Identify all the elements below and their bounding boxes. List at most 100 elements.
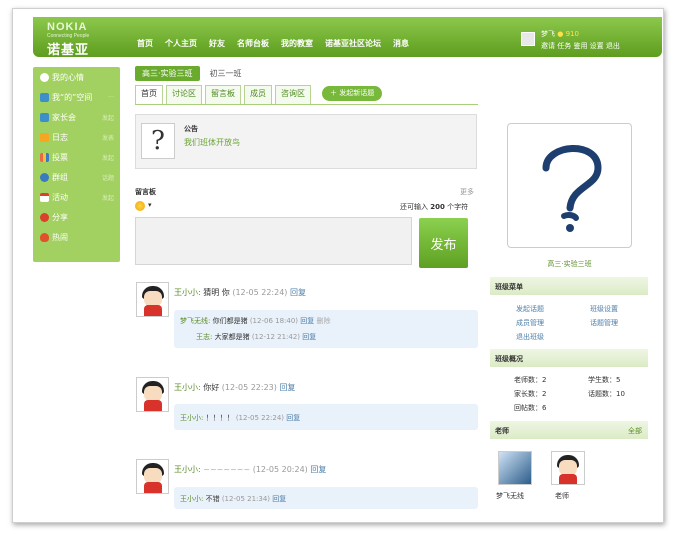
post-author[interactable]: 王小小: (174, 288, 201, 297)
nav-classroom[interactable]: 我的教室 (281, 38, 313, 49)
main-nav: 首页 个人主页 好友 名师台板 我的教室 诺基亚社区论坛 消息 (137, 38, 409, 49)
stat-topics: 话题数：10 (588, 390, 625, 398)
reply-box: 梦飞无线: 你们都是猪 (12-06 18:40) 回复 删除 王志: 大家都是… (174, 310, 478, 348)
reply-link[interactable]: 回复 (272, 495, 286, 503)
teacher-name[interactable]: 梦飞无线 (496, 491, 524, 501)
tab-members[interactable]: 成员 (244, 85, 272, 104)
class-name-link[interactable]: 高三·实验三班 (507, 259, 632, 269)
delete-link[interactable]: 删除 (317, 317, 331, 325)
topic-manage-link[interactable]: 话题管理 (590, 318, 618, 328)
class-tabs: 首页 讨论区 留言板 成员 咨询区 ＋ 发起新话题 (135, 85, 478, 105)
reply-box: 王小小: 不错 (12-05 21:34) 回复 (174, 487, 478, 509)
message-post: 王小小: 你好 (12-05 22:23) 回复 王小小: ！！！！ (12-0… (136, 377, 478, 433)
notice-question-icon: ? (141, 123, 175, 159)
sidebar: 我的心情 我“的”空间 ··· 家长会 发起 日志 发表 投票 发起 群组 话题 活动 发起… (33, 67, 120, 262)
post-time: (12-05 20:24) (252, 465, 308, 474)
brand-logo-cn: 诺基亚 (47, 42, 90, 57)
smile-icon (40, 72, 49, 82)
class-avatar (507, 123, 632, 248)
teachers-header: 老师 全部 (490, 421, 648, 439)
post-text: ~~~~~~~ (203, 465, 251, 474)
reply-link[interactable]: 回复 (290, 288, 306, 297)
tab-message-board[interactable]: 留言板 (205, 85, 241, 104)
reply-row: 梦飞无线: 你们都是猪 (12-06 18:40) 回复 删除 (180, 317, 331, 325)
reply-link[interactable]: 回复 (279, 383, 295, 392)
event-icon (40, 192, 49, 202)
notice-title: 公告 (184, 125, 198, 133)
sidebar-item-event[interactable]: 活动 发起 (33, 187, 120, 207)
new-topic-button[interactable]: ＋ 发起新话题 (322, 86, 383, 101)
post-text: 你好 (203, 383, 220, 392)
sidebar-item-space[interactable]: 我“的”空间 ··· (33, 87, 120, 107)
reply-link[interactable]: 回复 (310, 465, 326, 474)
diary-icon (40, 132, 49, 142)
teacher-avatar[interactable] (551, 451, 585, 485)
message-post: 王小小: 猜明 你 (12-05 22:24) 回复 梦飞无线: 你们都是猪 (… (136, 282, 478, 348)
teacher-name[interactable]: 老师 (555, 491, 569, 501)
class-other[interactable]: 初三一班 (210, 68, 242, 79)
reply-row: 王小小: ！！！！ (12-05 22:24) 回复 (180, 414, 301, 422)
sidebar-item-mood[interactable]: 我的心情 (33, 67, 120, 87)
class-current[interactable]: 高三·实验三班 (135, 66, 200, 81)
member-manage-link[interactable]: 成员管理 (516, 318, 544, 328)
nav-profile[interactable]: 个人主页 (165, 38, 197, 49)
post-time: (12-05 22:24) (232, 288, 288, 297)
brand-logo-en: NOKIA (47, 21, 88, 33)
message-post: 王小小: ~~~~~~~ (12-05 20:24) 回复 王小小: 不错 (1… (136, 459, 478, 511)
class-menu-header: 班级菜单 (490, 277, 648, 295)
stat-teachers: 老师数：2 (514, 376, 547, 384)
message-board-more-link[interactable]: 更多 (460, 187, 474, 197)
nav-teachers[interactable]: 名师台板 (237, 38, 269, 49)
nav-messages[interactable]: 消息 (393, 38, 409, 49)
reply-box: 王小小: ！！！！ (12-05 22:24) 回复 (174, 404, 478, 430)
reply-link[interactable]: 回复 (286, 414, 300, 422)
sidebar-item-share[interactable]: 分享 (33, 207, 120, 227)
tab-discussion[interactable]: 讨论区 (166, 85, 202, 104)
class-switcher: 高三·实验三班 初三一班 (135, 66, 242, 81)
class-stats-header: 班级概况 (490, 349, 648, 367)
tab-home[interactable]: 首页 (135, 85, 163, 104)
post-text: 猜明 你 (203, 288, 230, 297)
user-avatar[interactable] (521, 32, 535, 46)
emoji-dropdown-icon[interactable]: ▾ (148, 201, 152, 209)
teachers-all-link[interactable]: 全部 (628, 426, 642, 436)
emoji-picker-icon[interactable] (135, 201, 145, 211)
fire-icon (40, 232, 49, 242)
post-author[interactable]: 王小小: (174, 465, 201, 474)
class-settings-link[interactable]: 班级设置 (590, 304, 618, 314)
reply-link[interactable]: 回复 (300, 317, 314, 325)
post-author[interactable]: 王小小: (174, 383, 201, 392)
nav-friends[interactable]: 好友 (209, 38, 225, 49)
vote-icon (40, 152, 49, 162)
question-mark-icon (542, 145, 602, 232)
nav-forum[interactable]: 诺基亚社区论坛 (325, 38, 381, 49)
stat-replies: 回帖数：6 (514, 404, 547, 412)
leave-class-link[interactable]: 退出班级 (516, 332, 544, 342)
author-avatar[interactable] (136, 282, 169, 317)
publish-button[interactable]: 发布 (419, 218, 468, 268)
reply-row: 王志: 大家都是猪 (12-12 21:42) 回复 (196, 333, 317, 341)
author-avatar[interactable] (136, 377, 169, 412)
tab-inquiry[interactable]: 咨询区 (275, 85, 311, 104)
message-board-title: 留言板 (135, 188, 156, 196)
sidebar-item-vote[interactable]: 投票 发起 (33, 147, 120, 167)
group-icon (40, 172, 49, 182)
brand-logo[interactable]: NOKIA Connecting People 诺基亚 (47, 21, 89, 58)
sidebar-item-parents[interactable]: 家长会 发起 (33, 107, 120, 127)
parents-icon (40, 112, 49, 122)
reply-row: 王小小: 不错 (12-05 21:34) 回复 (180, 495, 287, 503)
user-points: ● 910 (557, 30, 579, 38)
user-name[interactable]: 梦飞 (541, 30, 555, 38)
teacher-avatar[interactable] (498, 451, 532, 485)
stat-students: 学生数：5 (588, 376, 621, 384)
sidebar-item-group[interactable]: 群组 话题 (33, 167, 120, 187)
user-links[interactable]: 邀请 任务 鉴用 设置 退出 (541, 41, 620, 51)
message-input[interactable] (135, 217, 412, 265)
start-topic-link[interactable]: 发起话题 (516, 304, 544, 314)
author-avatar[interactable] (136, 459, 169, 494)
top-nav-bar: NOKIA Connecting People 诺基亚 首页 个人主页 好友 名… (33, 17, 662, 57)
sidebar-item-diary[interactable]: 日志 发表 (33, 127, 120, 147)
reply-link[interactable]: 回复 (302, 333, 316, 341)
sidebar-item-hot[interactable]: 热闹 (33, 227, 120, 247)
nav-home[interactable]: 首页 (137, 38, 153, 49)
